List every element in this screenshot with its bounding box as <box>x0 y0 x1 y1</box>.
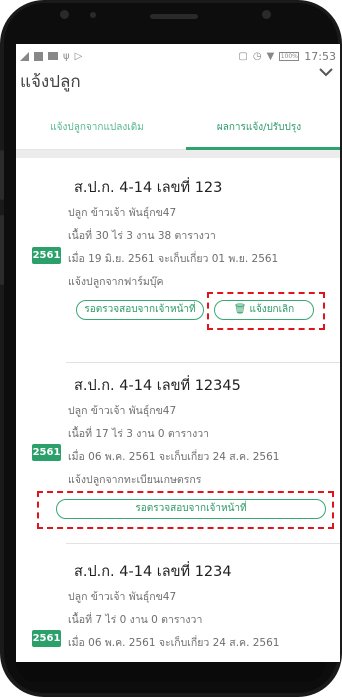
record-dates: เมื่อ 19 มิ.ย. 2561 จะเก็บเกี่ยว 01 พ.ย.… <box>68 253 279 265</box>
sensor-dot <box>262 10 271 19</box>
chevron-down-icon[interactable] <box>316 62 336 82</box>
notification-icon: ▷ <box>74 50 83 62</box>
highlight-box <box>37 491 334 529</box>
image-icon <box>34 51 43 61</box>
status-time: 17:53 <box>304 49 336 63</box>
record-dates: เมื่อ 06 พ.ค. 2561 จะเก็บเกี่ยว 24 ส.ค. … <box>68 451 280 463</box>
year-badge: 2561 <box>32 630 61 647</box>
record-dates: เมื่อ 06 พ.ค. 2561 จะเก็บเกี่ยว 24 ส.ค. … <box>68 637 280 649</box>
side-button <box>0 215 4 285</box>
record-source: แจ้งปลูกจากฟาร์มบุ๊ค <box>68 276 164 288</box>
record-title: ส.ป.ก. 4-14 เลขที่ 12345 <box>74 378 241 394</box>
highlight-box <box>207 292 325 330</box>
status-bar: ψ ▷ ▢ ◷ ▼ 100% 17:53 <box>16 44 340 68</box>
list-divider <box>66 362 340 363</box>
proximity-sensor <box>90 12 96 18</box>
record-crop: ปลูก ข้าวเจ้า พันธุ์กข47 <box>68 591 177 603</box>
tab-existing-plots[interactable]: แจ้งปลูกจากแปลงเดิม <box>16 108 178 149</box>
year-badge: 2561 <box>32 247 61 264</box>
front-camera <box>60 10 69 19</box>
page-title: แจ้งปลูก <box>20 72 81 92</box>
status-icons-right: ▢ ◷ ▼ 100% 17:53 <box>238 50 336 63</box>
section-separator <box>16 150 340 158</box>
app-header: แจ้งปลูก <box>16 68 340 108</box>
phone-frame: ψ ▷ ▢ ◷ ▼ 100% 17:53 แจ้งปลูก แจ้งปลูกจา… <box>0 0 342 697</box>
record-area: เนื้อที่ 17 ไร่ 3 งาน 0 ตารางวา <box>68 428 210 440</box>
record-title: ส.ป.ก. 4-14 เลขที่ 123 <box>74 180 223 196</box>
record-source: แจ้งปลูกจากทะเบียนเกษตรกร <box>68 474 202 486</box>
record-title: ส.ป.ก. 4-14 เลขที่ 1234 <box>74 564 232 580</box>
status-icons-left: ψ ▷ <box>20 51 82 62</box>
record-crop: ปลูก ข้าวเจ้า พันธุ์กข47 <box>68 207 177 219</box>
bottom-bezel <box>16 662 326 682</box>
battery-icon: 100% <box>279 51 300 61</box>
pending-review-button[interactable]: รอตรวจสอบจากเจ้าหน้าที่ <box>76 300 204 320</box>
tab-results[interactable]: ผลการแจ้ง/ปรับปรุง <box>178 108 340 150</box>
list-item[interactable]: ส.ป.ก. 4-14 เลขที่ 123 ปลูก ข้าวเจ้า พัน… <box>16 158 340 363</box>
mail-icon <box>48 52 58 60</box>
list-item[interactable]: ส.ป.ก. 4-14 เลขที่ 1234 ปลูก ข้าวเจ้า พั… <box>16 544 340 662</box>
record-area: เนื้อที่ 30 ไร่ 3 งาน 38 ตารางวา <box>68 230 216 242</box>
record-crop: ปลูก ข้าวเจ้า พันธุ์กข47 <box>68 405 177 417</box>
app-screen: ψ ▷ ▢ ◷ ▼ 100% 17:53 แจ้งปลูก แจ้งปลูกจา… <box>16 44 340 662</box>
speaker-grille <box>150 14 198 19</box>
tab-bar: แจ้งปลูกจากแปลงเดิม ผลการแจ้ง/ปรับปรุง <box>16 108 340 150</box>
list-item[interactable]: ส.ป.ก. 4-14 เลขที่ 12345 ปลูก ข้าวเจ้า พ… <box>16 364 340 544</box>
cast-icon: ▢ <box>238 50 248 62</box>
alarm-icon: ◷ <box>252 50 262 62</box>
wifi-icon: ▼ <box>266 50 275 62</box>
signal-icon <box>20 51 29 61</box>
year-badge: 2561 <box>32 444 61 461</box>
volume-button <box>0 150 4 200</box>
usb-icon: ψ <box>63 50 70 62</box>
record-area: เนื้อที่ 7 ไร่ 0 งาน 0 ตารางวา <box>68 614 203 626</box>
